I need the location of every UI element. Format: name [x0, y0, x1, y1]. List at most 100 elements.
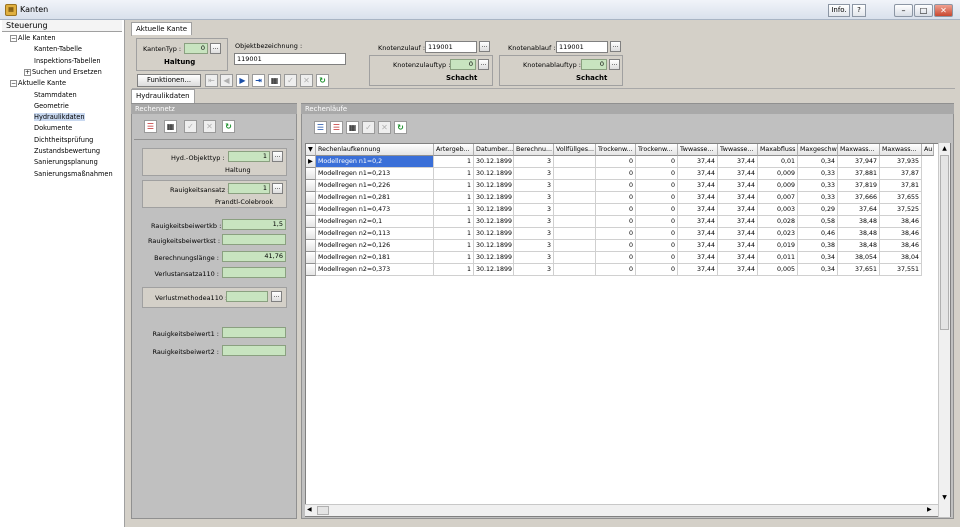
- rechenlauf-edit-icon[interactable]: ▦: [346, 121, 359, 134]
- cancel-icon[interactable]: ✕: [300, 74, 313, 87]
- edit-record-icon[interactable]: ▦: [268, 74, 281, 87]
- table-cell[interactable]: 0,33: [798, 192, 838, 204]
- table-cell[interactable]: 37,44: [718, 180, 758, 192]
- vertical-scrollbar[interactable]: ▲ ▼: [938, 143, 950, 517]
- table-cell[interactable]: 0,028: [758, 216, 798, 228]
- table-cell[interactable]: 0,009: [758, 168, 798, 180]
- table-cell[interactable]: 0,019: [758, 240, 798, 252]
- column-header[interactable]: Rechenlaufkennung: [316, 144, 434, 156]
- table-cell[interactable]: 0: [636, 252, 678, 264]
- rauigkeitsbeiwert2-input[interactable]: [222, 345, 286, 356]
- table-cell[interactable]: 1: [434, 264, 474, 276]
- table-cell[interactable]: 30.12.1899: [474, 204, 514, 216]
- row-selector[interactable]: [306, 228, 316, 240]
- table-cell[interactable]: 38,46: [880, 216, 922, 228]
- table-cell[interactable]: 37,44: [718, 168, 758, 180]
- row-selector[interactable]: [306, 192, 316, 204]
- last-record-icon[interactable]: ⇥: [252, 74, 265, 87]
- tree-item[interactable]: Geometrie: [34, 102, 69, 110]
- table-cell[interactable]: 0: [596, 168, 636, 180]
- first-record-icon[interactable]: ⇤: [205, 74, 218, 87]
- table-cell[interactable]: 0: [596, 252, 636, 264]
- table-cell[interactable]: 0: [636, 228, 678, 240]
- table-cell[interactable]: 37,44: [678, 252, 718, 264]
- table-cell[interactable]: 0: [596, 216, 636, 228]
- table-cell[interactable]: 37,44: [718, 264, 758, 276]
- table-cell[interactable]: 3: [514, 252, 554, 264]
- table-cell[interactable]: 0,33: [798, 168, 838, 180]
- maximize-button[interactable]: □: [914, 4, 933, 17]
- table-cell[interactable]: 37,44: [678, 204, 718, 216]
- table-cell[interactable]: 0: [636, 204, 678, 216]
- table-cell[interactable]: 3: [514, 204, 554, 216]
- tree-item[interactable]: Sanierungsplanung: [34, 158, 98, 166]
- table-cell[interactable]: 37,525: [880, 204, 922, 216]
- tree-item[interactable]: Hydraulikdaten: [34, 113, 85, 122]
- info-button[interactable]: Info.: [828, 4, 850, 17]
- table-cell[interactable]: Modellregen n1=0,2: [316, 156, 434, 168]
- rechennetz-delete-icon[interactable]: ☰: [144, 120, 157, 133]
- column-header[interactable]: Trockenw...: [596, 144, 636, 156]
- table-cell[interactable]: 0,005: [758, 264, 798, 276]
- table-cell[interactable]: 37,44: [718, 228, 758, 240]
- table-cell[interactable]: 3: [514, 216, 554, 228]
- table-cell[interactable]: 3: [514, 156, 554, 168]
- kantentyp-picker-button[interactable]: …: [210, 43, 221, 54]
- tree-item[interactable]: Dokumente: [34, 124, 72, 132]
- table-cell[interactable]: 0: [596, 180, 636, 192]
- table-cell[interactable]: 0,46: [798, 228, 838, 240]
- table-cell[interactable]: 3: [514, 180, 554, 192]
- table-cell[interactable]: 0: [636, 168, 678, 180]
- table-cell[interactable]: 37,947: [838, 156, 880, 168]
- table-cell[interactable]: 0: [636, 240, 678, 252]
- table-cell[interactable]: 0,38: [798, 240, 838, 252]
- rechenlauf-refresh-icon[interactable]: ↻: [394, 121, 407, 134]
- table-cell[interactable]: [554, 216, 596, 228]
- table-cell[interactable]: 0: [596, 228, 636, 240]
- rauigkeitsbeiwert1-input[interactable]: [222, 327, 286, 338]
- table-cell[interactable]: 38,054: [838, 252, 880, 264]
- table-cell[interactable]: 3: [514, 192, 554, 204]
- table-cell[interactable]: 37,44: [718, 156, 758, 168]
- table-cell[interactable]: 37,44: [718, 240, 758, 252]
- column-header[interactable]: Twwasse...: [718, 144, 758, 156]
- column-header[interactable]: Maxgeschw: [798, 144, 838, 156]
- table-cell[interactable]: 37,819: [838, 180, 880, 192]
- table-cell[interactable]: 30.12.1899: [474, 156, 514, 168]
- row-selector[interactable]: [306, 180, 316, 192]
- table-cell[interactable]: 3: [514, 228, 554, 240]
- table-cell[interactable]: [554, 240, 596, 252]
- table-cell[interactable]: 37,44: [718, 216, 758, 228]
- table-cell[interactable]: 1: [434, 240, 474, 252]
- table-cell[interactable]: 37,651: [838, 264, 880, 276]
- hyd-objekttyp-input[interactable]: 1: [228, 151, 270, 162]
- collapse-icon[interactable]: −: [10, 80, 17, 88]
- table-cell[interactable]: 3: [514, 264, 554, 276]
- table-cell[interactable]: 0: [636, 216, 678, 228]
- column-header[interactable]: Datumber...: [474, 144, 514, 156]
- table-cell[interactable]: 37,44: [678, 156, 718, 168]
- scroll-right-icon[interactable]: ▶: [927, 506, 935, 515]
- table-cell[interactable]: [554, 180, 596, 192]
- previous-record-icon[interactable]: ◀: [220, 74, 233, 87]
- tree-item[interactable]: Suchen und Ersetzen: [32, 68, 102, 76]
- table-cell[interactable]: 0: [636, 264, 678, 276]
- table-cell[interactable]: 30.12.1899: [474, 240, 514, 252]
- table-cell[interactable]: 1: [434, 252, 474, 264]
- table-cell[interactable]: 38,46: [880, 228, 922, 240]
- rechennetz-edit-icon[interactable]: ▦: [164, 120, 177, 133]
- table-cell[interactable]: 1: [434, 216, 474, 228]
- table-cell[interactable]: 0,34: [798, 156, 838, 168]
- rechennetz-cancel-icon[interactable]: ✕: [203, 120, 216, 133]
- table-cell[interactable]: 37,44: [678, 168, 718, 180]
- table-cell[interactable]: Modellregen n2=0,126: [316, 240, 434, 252]
- column-header[interactable]: Maxwass...: [880, 144, 922, 156]
- table-cell[interactable]: Modellregen n2=0,113: [316, 228, 434, 240]
- next-record-icon[interactable]: ▶: [236, 74, 249, 87]
- table-cell[interactable]: 0,023: [758, 228, 798, 240]
- verlustmethode-picker-button[interactable]: …: [271, 291, 282, 302]
- tree-item[interactable]: Aktuelle Kante: [18, 79, 66, 87]
- table-cell[interactable]: 0: [636, 156, 678, 168]
- knotenzulauftyp-picker-button[interactable]: …: [478, 59, 489, 70]
- close-button[interactable]: ✕: [934, 4, 953, 17]
